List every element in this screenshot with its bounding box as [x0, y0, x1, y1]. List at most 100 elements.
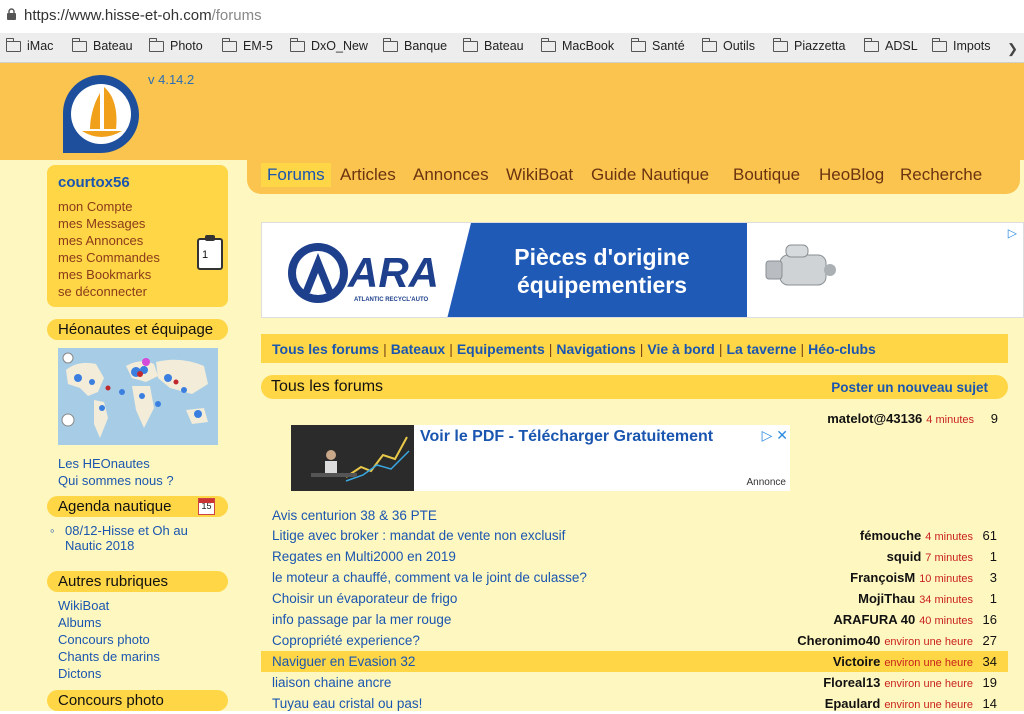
table-row[interactable]: info passage par la mer rouge ARAFURA 40… — [261, 609, 1008, 630]
bookmark-folder[interactable]: Piazzetta — [773, 37, 845, 53]
site-logo-icon[interactable] — [60, 73, 142, 155]
forum-link-all[interactable]: Tous les forums — [272, 341, 379, 357]
version-label: v 4.14.2 — [148, 72, 195, 87]
folder-icon — [290, 37, 305, 52]
user-panel: courtox56 mon Compte mes Messages mes An… — [47, 165, 228, 307]
bookmarks-overflow-icon[interactable]: ❯ — [1007, 41, 1018, 57]
topic-last-post: squid 7 minutes 1 — [886, 549, 997, 564]
username[interactable]: courtox56 — [58, 174, 217, 191]
forum-link-bateaux[interactable]: Bateaux — [391, 341, 445, 357]
folder-icon — [463, 37, 478, 52]
table-row[interactable]: Copropriété experience? Cheronimo40 envir… — [261, 630, 1008, 651]
bookmark-folder[interactable]: MacBook — [541, 37, 614, 53]
bookmarks-bar: iMac Bateau Photo EM-5 DxO_New Banque Ba… — [0, 33, 1024, 63]
topic-title[interactable]: Regates en Multi2000 en 2019 — [272, 549, 456, 564]
clipboard-icon[interactable]: 1 — [197, 235, 223, 270]
tab-boutique[interactable]: Boutique — [733, 165, 800, 185]
tab-wikiboat[interactable]: WikiBoat — [506, 165, 573, 185]
wikiboat-link[interactable]: WikiBoat — [58, 597, 109, 614]
ad-cta[interactable]: Voir le PDF - Télécharger Gratuitement — [420, 428, 713, 446]
bookmark-folder[interactable]: ADSL — [864, 37, 918, 53]
table-row[interactable]: Choisir un évaporateur de frigo MojiThau… — [261, 588, 1008, 609]
forum-link-equipements[interactable]: Equipements — [457, 341, 545, 357]
topic-last-post: Cheronimo40 environ une heure 27 — [797, 633, 997, 648]
forum-link-heo-clubs[interactable]: Héo-clubs — [808, 341, 876, 357]
folder-icon — [383, 37, 398, 52]
starter-motor-image — [765, 244, 836, 286]
address-bar[interactable]: https://www.hisse-et-oh.com/forums — [0, 0, 1024, 33]
tab-guide-nautique[interactable]: Guide Nautique — [591, 165, 709, 185]
calendar-icon: 15 — [198, 498, 215, 515]
topic-title[interactable]: liaison chaine ancre — [272, 675, 391, 690]
my-bookmarks-link[interactable]: mes Bookmarks — [58, 266, 217, 283]
topic-title[interactable]: Litige avec broker : mandat de vente non… — [272, 528, 565, 543]
ad-close-icon[interactable]: ▷ ✕ — [762, 427, 788, 444]
table-row[interactable]: Avis centurion 38 & 36 PTE — [261, 505, 1008, 526]
bookmark-folder[interactable]: Impots — [932, 37, 991, 53]
topic-last-post: ARAFURA 40 40 minutes 16 — [833, 612, 997, 627]
adchoices-icon[interactable]: ▷ — [1008, 226, 1017, 240]
my-account-link[interactable]: mon Compte — [58, 198, 217, 215]
table-row[interactable]: Litige avec broker : mandat de vente non… — [261, 525, 1008, 546]
table-row[interactable]: le moteur a chauffé, comment va le joint… — [261, 567, 1008, 588]
folder-icon — [773, 37, 788, 52]
topic-last-post: MojiThau 34 minutes 1 — [858, 591, 997, 606]
forum-link-navigations[interactable]: Navigations — [556, 341, 635, 357]
tab-annonces[interactable]: Annonces — [413, 165, 489, 185]
topic-title[interactable]: Naviguer en Evasion 32 — [272, 654, 415, 669]
ad-banner[interactable]: ARA ATLANTIC RECYCL'AUTO Pièces d'origin… — [261, 222, 1024, 318]
folder-icon — [6, 37, 21, 52]
bookmark-folder[interactable]: iMac — [6, 37, 53, 53]
bookmark-folder[interactable]: Banque — [383, 37, 447, 53]
table-row-highlighted[interactable]: Naviguer en Evasion 32 Victoire environ u… — [261, 651, 1008, 672]
tab-heoblog[interactable]: HeoBlog — [819, 165, 884, 185]
heonautes-map[interactable] — [58, 348, 218, 445]
folder-icon — [631, 37, 646, 52]
topic-title[interactable]: le moteur a chauffé, comment va le joint… — [272, 570, 587, 585]
forum-link-vie-a-bord[interactable]: Vie à bord — [647, 341, 714, 357]
table-row[interactable]: liaison chaine ancre Floreal13 environ un… — [261, 672, 1008, 693]
folder-icon — [72, 37, 87, 52]
topic-title[interactable]: Choisir un évaporateur de frigo — [272, 591, 457, 606]
topic-last-post: Victoire environ une heure 34 — [832, 654, 997, 669]
bookmark-folder[interactable]: EM-5 — [222, 37, 273, 53]
forum-nav: Tous les forums | Bateaux | Equipements | Navi… — [261, 334, 1008, 363]
lock-icon — [7, 8, 16, 20]
bookmark-folder[interactable]: DxO_New — [290, 37, 368, 53]
folder-icon — [541, 37, 556, 52]
bookmark-folder[interactable]: Bateau — [72, 37, 133, 53]
logout-link[interactable]: se déconnecter — [58, 283, 217, 300]
bookmark-folder[interactable]: Santé — [631, 37, 685, 53]
about-us-link[interactable]: Qui sommes nous ? — [58, 472, 174, 489]
my-ads-link[interactable]: mes Annonces — [58, 232, 217, 249]
new-topic-button[interactable]: Poster un nouveau sujet — [831, 380, 988, 395]
inline-ad[interactable]: Voir le PDF - Télécharger Gratuitement ▷… — [291, 425, 790, 491]
photo-contest-link[interactable]: Concours photo — [58, 631, 150, 648]
ad-headline: Pièces d'origine équipementiers — [514, 244, 690, 298]
topic-title[interactable]: info passage par la mer rouge — [272, 612, 451, 627]
topic-title[interactable]: Tuyau eau cristal ou pas! — [272, 696, 422, 711]
tab-forums[interactable]: Forums — [261, 163, 331, 187]
forum-title: Tous les forums — [271, 378, 384, 395]
table-row[interactable]: Regates en Multi2000 en 2019 squid 7 minu… — [261, 546, 1008, 567]
albums-link[interactable]: Albums — [58, 614, 101, 631]
topic-title[interactable]: Avis centurion 38 & 36 PTE — [272, 508, 437, 523]
bookmark-folder[interactable]: Bateau — [463, 37, 524, 53]
my-messages-link[interactable]: mes Messages — [58, 215, 217, 232]
sea-shanties-link[interactable]: Chants de marins — [58, 648, 160, 665]
sayings-link[interactable]: Dictons — [58, 665, 101, 682]
ad-image — [291, 425, 414, 491]
topic-last-post: fémouche 4 minutes 61 — [859, 528, 997, 543]
bookmark-folder[interactable]: Photo — [149, 37, 203, 53]
site-header: v 4.14.2 — [0, 63, 1024, 160]
tab-articles[interactable]: Articles — [340, 165, 396, 185]
my-orders-link[interactable]: mes Commandes — [58, 249, 217, 266]
heonautes-section-title: Héonautes et équipage — [47, 319, 228, 340]
main-nav: Forums Articles Annonces WikiBoat Guide … — [247, 160, 1020, 194]
topic-title[interactable]: Copropriété experience? — [272, 633, 420, 648]
bookmark-folder[interactable]: Outils — [702, 37, 755, 53]
folder-icon — [932, 37, 947, 52]
heonautes-link[interactable]: Les HEOnautes — [58, 455, 150, 472]
forum-link-la-taverne[interactable]: La taverne — [726, 341, 796, 357]
tab-recherche[interactable]: Recherche — [900, 165, 982, 185]
